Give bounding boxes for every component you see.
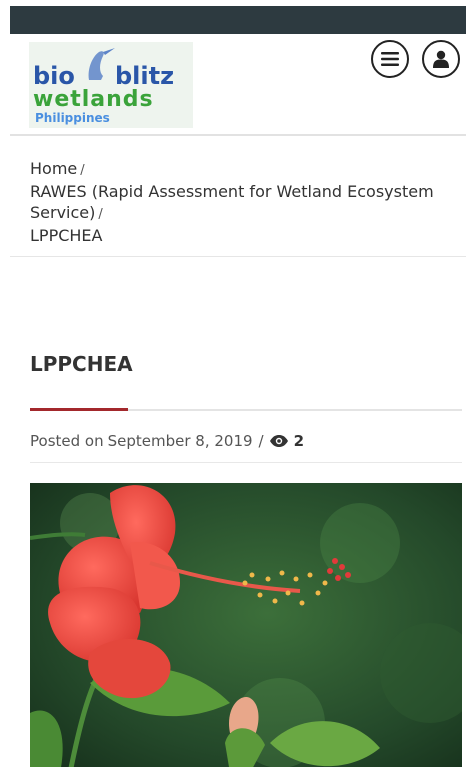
- post-meta: Posted on September 8, 2019 / 2: [30, 432, 304, 450]
- svg-text:wetlands: wetlands: [33, 87, 154, 112]
- view-count: 2: [293, 432, 305, 450]
- svg-text:blitz: blitz: [115, 62, 174, 90]
- post-featured-image[interactable]: [30, 483, 462, 767]
- page: bio blitz wetlands Philippines Home / RAW…: [10, 34, 466, 767]
- divider: [30, 462, 462, 463]
- menu-button[interactable]: [371, 40, 409, 78]
- hamburger-menu-icon: [381, 52, 399, 66]
- breadcrumb: Home / RAWES (Rapid Assessment for Wetlan…: [30, 158, 450, 246]
- site-header: bio blitz wetlands Philippines: [10, 34, 466, 136]
- user-account-button[interactable]: [422, 40, 460, 78]
- status-bar: [10, 6, 466, 34]
- posted-on-label: Posted on: [30, 432, 104, 450]
- divider: [10, 256, 466, 257]
- post-date[interactable]: September 8, 2019: [108, 432, 253, 450]
- svg-text:bio: bio: [33, 62, 75, 90]
- page-title: LPPCHEA: [30, 352, 133, 376]
- breadcrumb-item-home[interactable]: Home /: [30, 158, 450, 181]
- site-logo[interactable]: bio blitz wetlands Philippines: [29, 42, 193, 128]
- breadcrumb-item-current: LPPCHEA: [30, 226, 103, 245]
- svg-text:Philippines: Philippines: [35, 111, 110, 125]
- title-accent-bar: [30, 408, 128, 411]
- breadcrumb-item-rawes[interactable]: RAWES (Rapid Assessment for Wetland Ecos…: [30, 181, 450, 225]
- user-icon: [433, 50, 449, 68]
- meta-separator: /: [258, 432, 264, 450]
- eye-icon: [269, 435, 288, 447]
